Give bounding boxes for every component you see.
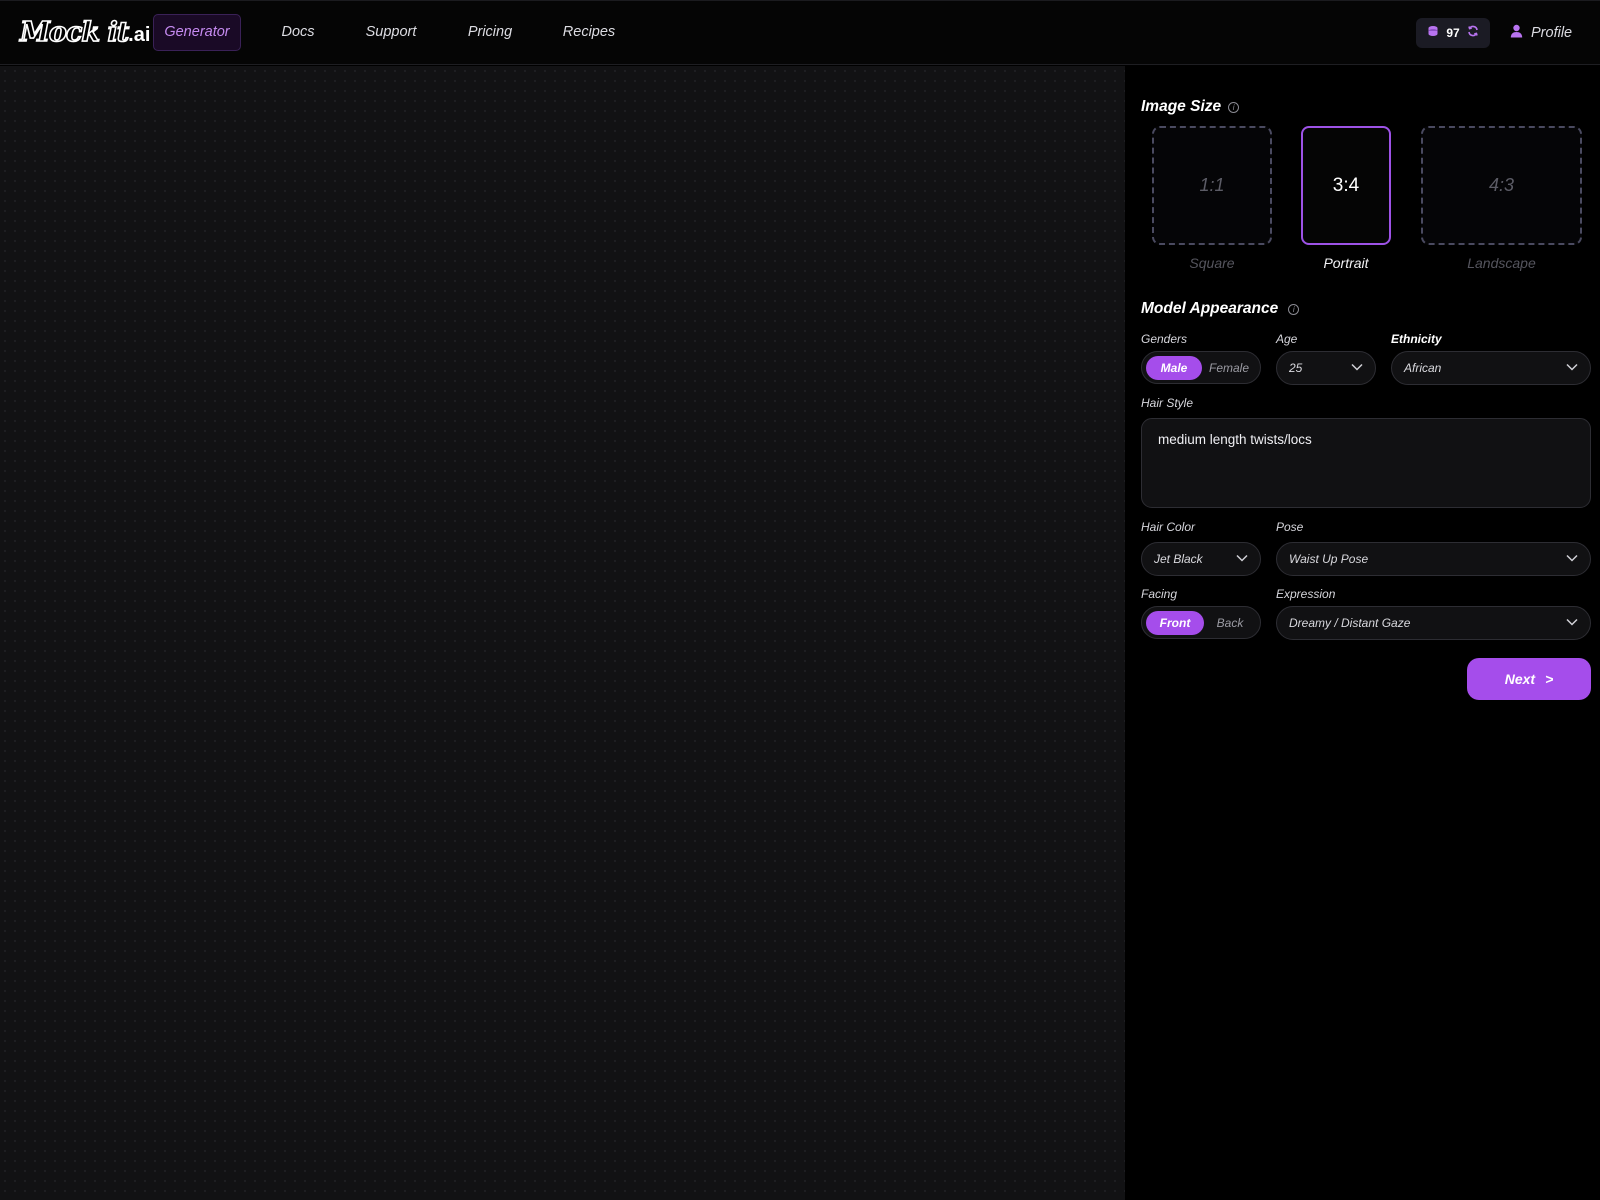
info-icon[interactable]: i bbox=[1228, 101, 1240, 113]
chevron-right-icon: > bbox=[1545, 671, 1554, 687]
facing-label: Facing bbox=[1141, 587, 1178, 601]
hair-color-label: Hair Color bbox=[1141, 520, 1196, 534]
chevron-down-icon bbox=[1566, 554, 1578, 562]
size-option-portrait[interactable]: 3:4 bbox=[1301, 126, 1391, 245]
preview-canvas bbox=[0, 66, 1125, 1200]
profile-label: Profile bbox=[1531, 25, 1573, 41]
image-size-title: Image Size bbox=[1141, 98, 1222, 115]
nav-pricing[interactable]: Pricing bbox=[457, 14, 523, 51]
refresh-icon[interactable] bbox=[1467, 24, 1479, 42]
coins-icon bbox=[1427, 24, 1439, 42]
hair-color-select[interactable]: Jet Black bbox=[1141, 542, 1261, 576]
size-option-square[interactable]: 1:1 bbox=[1152, 126, 1272, 245]
genders-label: Genders bbox=[1141, 332, 1188, 346]
chevron-down-icon bbox=[1566, 618, 1578, 626]
genders-toggle: Male Female bbox=[1141, 351, 1261, 384]
expression-select[interactable]: Dreamy / Distant Gaze bbox=[1276, 606, 1591, 640]
ethnicity-label: Ethnicity bbox=[1391, 332, 1442, 346]
chevron-down-icon bbox=[1566, 363, 1578, 371]
gender-option-male[interactable]: Male bbox=[1146, 356, 1202, 380]
hair-style-textarea[interactable]: medium length twists/locs bbox=[1141, 418, 1591, 508]
expression-label: Expression bbox=[1276, 587, 1336, 601]
age-label: Age bbox=[1276, 332, 1298, 346]
image-size-heading: Image Size i bbox=[1141, 98, 1240, 116]
ethnicity-select[interactable]: African bbox=[1391, 351, 1591, 385]
settings-panel: Image Size i 1:1 3:4 4:3 Square Portrait… bbox=[1126, 66, 1600, 1200]
logo[interactable]: Mock it .ai bbox=[19, 16, 151, 50]
info-icon[interactable]: i bbox=[1288, 303, 1300, 315]
credits-badge[interactable]: 97 bbox=[1416, 18, 1490, 48]
age-select[interactable]: 25 bbox=[1276, 351, 1376, 385]
next-label: Next bbox=[1504, 671, 1536, 687]
nav-generator[interactable]: Generator bbox=[153, 14, 241, 51]
size-label-square: Square bbox=[1189, 255, 1235, 271]
expression-value: Dreamy / Distant Gaze bbox=[1289, 616, 1411, 630]
size-option-landscape[interactable]: 4:3 bbox=[1421, 126, 1582, 245]
nav-support[interactable]: Support bbox=[357, 14, 425, 51]
size-label-portrait: Portrait bbox=[1323, 255, 1369, 271]
logo-suffix: .ai bbox=[128, 24, 151, 46]
size-ratio: 1:1 bbox=[1199, 175, 1225, 195]
pose-select[interactable]: Waist Up Pose bbox=[1276, 542, 1591, 576]
facing-option-front[interactable]: Front bbox=[1146, 611, 1204, 635]
model-appearance-heading: Model Appearance i bbox=[1141, 300, 1300, 318]
user-icon bbox=[1510, 24, 1523, 43]
size-label-landscape: Landscape bbox=[1467, 255, 1536, 271]
next-button[interactable]: Next > bbox=[1467, 658, 1591, 700]
age-value: 25 bbox=[1289, 361, 1303, 375]
nav-docs[interactable]: Docs bbox=[272, 14, 324, 51]
nav-recipes[interactable]: Recipes bbox=[556, 14, 622, 51]
facing-option-back[interactable]: Back bbox=[1204, 611, 1256, 635]
top-navbar: Mock it .ai Generator Docs Support Prici… bbox=[0, 0, 1600, 65]
profile-button[interactable]: Profile bbox=[1510, 18, 1572, 48]
gender-option-female[interactable]: Female bbox=[1202, 356, 1256, 380]
size-ratio: 3:4 bbox=[1332, 174, 1360, 196]
size-ratio: 4:3 bbox=[1488, 175, 1515, 195]
facing-toggle: Front Back bbox=[1141, 606, 1261, 639]
logo-script: Mock it bbox=[19, 16, 130, 49]
ethnicity-value: African bbox=[1404, 361, 1442, 375]
pose-value: Waist Up Pose bbox=[1289, 552, 1369, 566]
hair-style-label: Hair Style bbox=[1141, 396, 1194, 410]
hair-color-value: Jet Black bbox=[1154, 552, 1203, 566]
pose-label: Pose bbox=[1276, 520, 1304, 534]
credits-count: 97 bbox=[1446, 26, 1460, 40]
model-appearance-title: Model Appearance bbox=[1141, 300, 1279, 317]
chevron-down-icon bbox=[1236, 554, 1248, 562]
chevron-down-icon bbox=[1351, 363, 1363, 371]
